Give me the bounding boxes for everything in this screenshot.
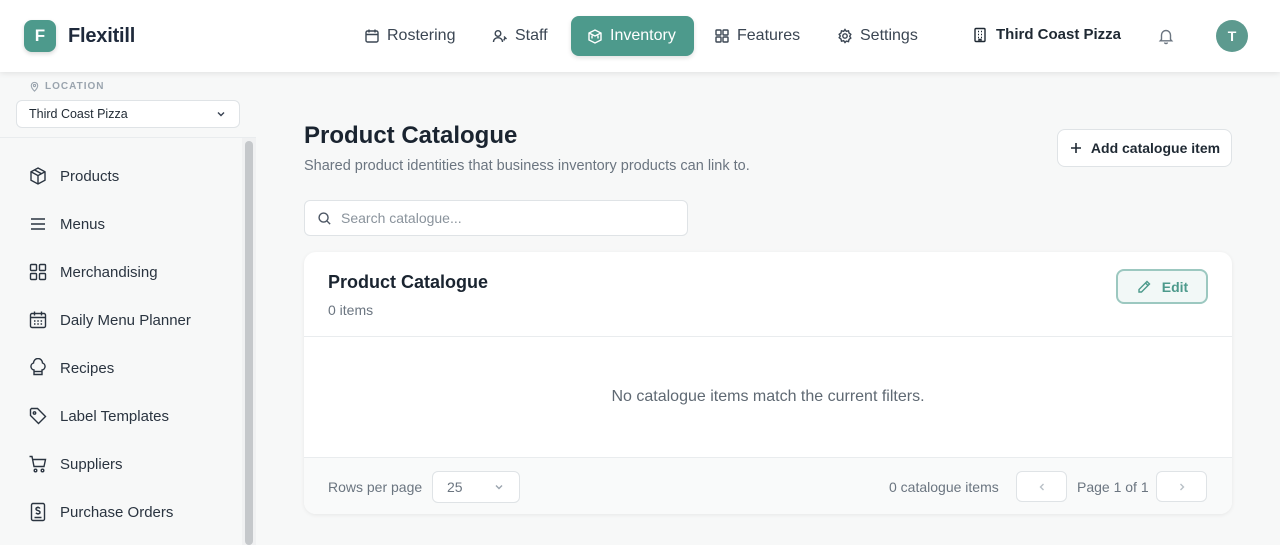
sidebar-item-purchase-orders[interactable]: Purchase Orders: [28, 500, 173, 524]
sidebar-item-label: Purchase Orders: [60, 503, 174, 521]
receipt-icon: [30, 502, 46, 522]
brand-name: Flexitill: [68, 25, 136, 47]
avatar[interactable]: T: [1216, 20, 1248, 52]
nav-staff[interactable]: Staff: [476, 16, 564, 56]
nav-settings[interactable]: Settings: [821, 16, 934, 56]
search-input[interactable]: [341, 210, 661, 226]
menu-lines-icon: [31, 218, 45, 230]
app-logo[interactable]: F: [24, 20, 56, 52]
location-label-text: LOCATION: [45, 81, 105, 92]
top-navigation: F Flexitill Rostering Staff Inventory Fe…: [0, 0, 1280, 72]
box-icon: [588, 29, 602, 44]
add-catalogue-item-button[interactable]: Add catalogue item: [1057, 129, 1232, 167]
add-button-label: Add catalogue item: [1090, 140, 1221, 156]
business-switcher[interactable]: Third Coast Pizza: [972, 26, 1121, 43]
chevron-down-icon: [495, 485, 503, 490]
location-label: LOCATION: [29, 81, 104, 92]
plus-icon: [1070, 143, 1081, 153]
nav-rostering[interactable]: Rostering: [348, 16, 471, 56]
chevron-down-icon: [217, 112, 225, 117]
chevron-left-icon: [1039, 483, 1044, 490]
rows-per-page-label: Rows per page: [328, 479, 423, 495]
sidebar-scrollbar[interactable]: [245, 141, 253, 545]
next-page-button[interactable]: [1156, 471, 1207, 502]
card-divider: [304, 336, 1232, 337]
item-count: 0 items: [328, 302, 374, 318]
pencil-icon: [1138, 280, 1151, 293]
location-select[interactable]: Third Coast Pizza: [16, 100, 240, 128]
gear-icon: [838, 28, 852, 44]
rows-per-page-select[interactable]: 25: [432, 471, 520, 503]
location-select-value: Third Coast Pizza: [29, 107, 128, 121]
catalogue-card: Product Catalogue 0 items Edit No catalo…: [304, 252, 1232, 514]
total-count: 0 catalogue items: [889, 479, 999, 495]
sidebar-item-menus[interactable]: Menus: [28, 212, 105, 236]
sidebar-item-daily-menu-planner[interactable]: Daily Menu Planner: [28, 308, 191, 332]
nav-label: Settings: [860, 27, 918, 44]
sidebar-item-label: Products: [60, 167, 120, 185]
pagination-footer: Rows per page 25 0 catalogue items Page …: [304, 457, 1232, 514]
nav-inventory[interactable]: Inventory: [571, 16, 694, 56]
sidebar-item-label: Daily Menu Planner: [60, 311, 191, 329]
sidebar-item-label-templates[interactable]: Label Templates: [28, 404, 169, 428]
sidebar-item-merchandising[interactable]: Merchandising: [28, 260, 158, 284]
grid-icon: [715, 29, 729, 43]
search-icon: [318, 211, 331, 225]
nav-features[interactable]: Features: [698, 16, 816, 56]
edit-button-label: Edit: [1161, 278, 1189, 295]
sidebar-item-suppliers[interactable]: Suppliers: [28, 452, 123, 476]
map-pin-icon: [30, 81, 39, 92]
page-subtitle: Shared product identities that business …: [304, 158, 750, 174]
calendar-icon: [365, 29, 379, 43]
sidebar-item-label: Recipes: [60, 359, 115, 377]
package-icon: [30, 167, 46, 185]
page-title: Product Catalogue: [304, 122, 518, 149]
sidebar-item-products[interactable]: Products: [28, 164, 119, 188]
previous-page-button[interactable]: [1016, 471, 1067, 502]
page-indicator: Page 1 of 1: [1077, 479, 1149, 495]
sidebar-item-label: Merchandising: [60, 263, 158, 281]
nav-label: Features: [737, 27, 801, 44]
sidebar-item-recipes[interactable]: Recipes: [28, 356, 114, 380]
sidebar-divider: [0, 137, 256, 138]
nav-label: Inventory: [610, 27, 676, 44]
grid-icon: [29, 263, 47, 281]
edit-button[interactable]: Edit: [1116, 269, 1208, 304]
nav-label: Staff: [515, 27, 548, 44]
cart-icon: [29, 455, 47, 473]
sidebar-item-label: Menus: [60, 215, 106, 233]
sidebar-item-label: Suppliers: [60, 455, 123, 473]
chevron-right-icon: [1179, 483, 1184, 490]
calendar-icon: [29, 311, 47, 329]
bell-icon[interactable]: [1157, 27, 1175, 45]
chef-hat-icon: [30, 358, 46, 376]
nav-label: Rostering: [387, 27, 456, 44]
building-icon: [974, 27, 986, 42]
rows-per-page-value: 25: [447, 479, 463, 495]
tag-icon: [29, 407, 47, 425]
user-icon: [492, 30, 507, 43]
search-box: [304, 200, 688, 236]
sidebar-item-label: Label Templates: [60, 407, 169, 425]
card-title: Product Catalogue: [328, 272, 489, 292]
empty-state-message: No catalogue items match the current fil…: [611, 388, 925, 405]
business-name: Third Coast Pizza: [996, 26, 1122, 43]
